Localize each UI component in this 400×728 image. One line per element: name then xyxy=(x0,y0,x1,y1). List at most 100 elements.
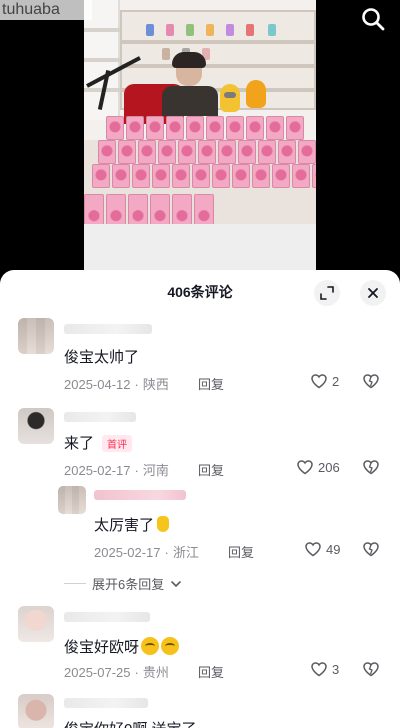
blind-box xyxy=(278,140,296,164)
emoji-icon xyxy=(161,637,180,655)
comment-sheet: 406条评论 俊宝太帅了 2025-04-12 · 陕西 回复 2 来了 首评 … xyxy=(0,270,400,728)
reply-button[interactable]: 回复 xyxy=(198,460,224,479)
blind-box xyxy=(178,140,196,164)
chevron-down-icon xyxy=(171,580,182,587)
blind-box xyxy=(166,116,184,140)
like-count: 49 xyxy=(326,541,341,557)
username[interactable] xyxy=(94,490,186,500)
dislike-icon[interactable] xyxy=(362,660,380,678)
dislike-icon[interactable] xyxy=(362,372,380,390)
username[interactable] xyxy=(64,412,136,422)
shelf-plank xyxy=(122,64,314,68)
username[interactable] xyxy=(64,698,148,708)
blind-box xyxy=(258,140,276,164)
expand-replies-button[interactable]: 展开6条回复 xyxy=(64,574,182,593)
blind-box xyxy=(106,116,124,140)
comment-text-content: 来了 xyxy=(64,435,95,452)
search-icon xyxy=(362,8,385,31)
comment-date: 2025-04-12 xyxy=(64,377,131,392)
comment-meta: 2025-02-17 · 河南 xyxy=(64,460,169,479)
like-count: 3 xyxy=(332,661,340,677)
expand-button[interactable] xyxy=(314,280,340,306)
avatar[interactable] xyxy=(18,318,54,354)
comment-location: 河南 xyxy=(142,463,169,478)
avatar[interactable] xyxy=(58,486,86,514)
box-row xyxy=(106,116,304,140)
avatar[interactable] xyxy=(18,606,54,642)
blind-box xyxy=(252,164,270,188)
comment-item: 俊宝太帅了 2025-04-12 · 陕西 回复 2 xyxy=(0,318,400,398)
shelf-plank xyxy=(122,40,314,44)
reply-meta: 2025-02-17 · 浙江 xyxy=(94,542,199,561)
comment-text: 俊宝你好0啊 送宝了 xyxy=(64,718,197,728)
left-shelf-plank xyxy=(84,28,120,32)
blind-box xyxy=(186,116,204,140)
blind-box xyxy=(298,140,316,164)
comment-text: 来了 首评 xyxy=(64,432,133,453)
comment-date: 2025-07-25 xyxy=(64,665,131,680)
shelf-toy xyxy=(206,24,214,36)
shelf-toy xyxy=(268,24,276,36)
comment-meta: 2025-07-25 · 贵州 xyxy=(64,662,169,681)
shelf-toy xyxy=(166,24,174,36)
dislike-icon[interactable] xyxy=(362,458,380,476)
comment-item: 来了 首评 2025-02-17 · 河南 回复 206 xyxy=(0,408,400,488)
like-button[interactable]: 49 xyxy=(304,540,340,558)
blind-box xyxy=(138,140,156,164)
blind-box xyxy=(198,140,216,164)
avatar[interactable] xyxy=(18,408,54,444)
blind-box xyxy=(112,164,130,188)
expand-icon xyxy=(320,286,334,300)
like-button[interactable]: 2 xyxy=(310,372,339,390)
shelf-toy xyxy=(226,24,234,36)
like-button[interactable]: 206 xyxy=(296,458,340,476)
orange-toy xyxy=(246,80,266,108)
username[interactable] xyxy=(64,612,150,622)
reply-location: 浙江 xyxy=(172,545,199,560)
box-row xyxy=(98,140,316,164)
meta-separator: · xyxy=(134,463,139,478)
blind-box xyxy=(98,140,116,164)
username[interactable] xyxy=(64,324,152,334)
reply-button[interactable]: 回复 xyxy=(228,542,254,561)
comment-count-title: 406条评论 xyxy=(167,284,233,300)
reply-text: 太厉害了 xyxy=(94,514,170,535)
meta-separator: · xyxy=(134,665,139,680)
meta-separator: · xyxy=(134,377,139,392)
like-button[interactable]: 3 xyxy=(310,660,339,678)
blind-box xyxy=(172,164,190,188)
blind-box xyxy=(218,140,236,164)
blind-box xyxy=(212,164,230,188)
blind-box-stack xyxy=(84,116,316,242)
blind-box xyxy=(152,164,170,188)
expand-replies-label: 展开6条回复 xyxy=(92,577,165,592)
blind-box xyxy=(132,164,150,188)
reply-text-content: 太厉害了 xyxy=(94,517,155,534)
video-area[interactable]: tuhuaba xyxy=(0,0,400,270)
video-frame[interactable] xyxy=(84,0,316,270)
first-comment-badge: 首评 xyxy=(102,434,133,452)
floor xyxy=(84,224,316,270)
reply-button[interactable]: 回复 xyxy=(198,374,224,393)
avatar[interactable] xyxy=(18,694,54,728)
shelf-toy xyxy=(246,24,254,36)
close-button[interactable] xyxy=(360,280,386,306)
blind-box xyxy=(286,116,304,140)
search-button[interactable] xyxy=(360,6,386,32)
blind-box xyxy=(232,164,250,188)
meta-separator: · xyxy=(164,545,169,560)
comment-text: 俊宝太帅了 xyxy=(64,349,140,366)
dislike-icon[interactable] xyxy=(362,540,380,558)
medal-emoji-icon xyxy=(157,516,170,532)
heart-icon xyxy=(311,662,327,677)
heart-icon xyxy=(297,460,313,475)
reply-button[interactable]: 回复 xyxy=(198,662,224,681)
blind-box xyxy=(192,164,210,188)
like-count: 2 xyxy=(332,373,340,389)
blind-box xyxy=(206,116,224,140)
blind-box xyxy=(226,116,244,140)
blind-box xyxy=(266,116,284,140)
like-count: 206 xyxy=(318,459,340,475)
blind-box xyxy=(126,116,144,140)
blind-box xyxy=(312,164,316,188)
